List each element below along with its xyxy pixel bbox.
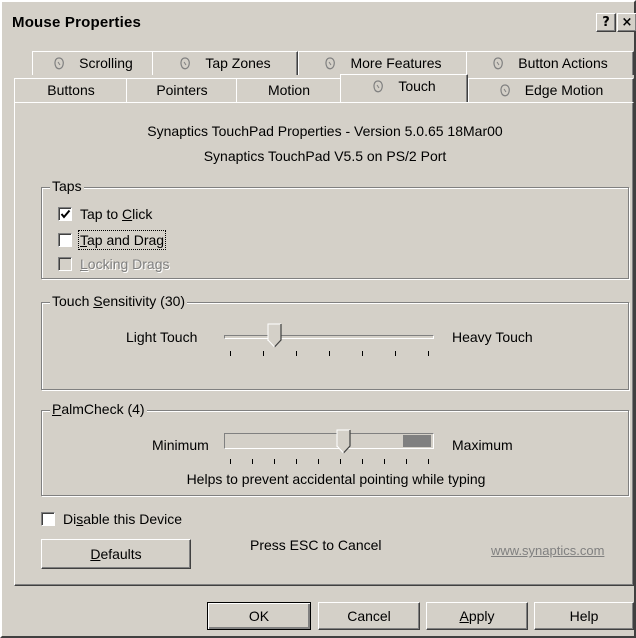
tab-motion[interactable]: Motion bbox=[236, 78, 342, 102]
synaptics-link[interactable]: www.synaptics.com bbox=[491, 543, 604, 558]
touch-sensitivity-group: Touch Sensitivity (30) Light Touch Heavy… bbox=[41, 293, 629, 390]
tap-and-drag-checkbox[interactable]: Tap and Drag bbox=[58, 230, 167, 250]
slider-tick bbox=[362, 351, 363, 356]
title-bar: Mouse Properties ? × bbox=[6, 10, 636, 36]
port-text: Synaptics TouchPad V5.5 on PS/2 Port bbox=[203, 148, 447, 164]
slider-tick bbox=[406, 459, 407, 464]
palm-range-track bbox=[224, 433, 434, 449]
close-button[interactable]: × bbox=[617, 13, 636, 32]
group-title: PalmCheck (4) bbox=[50, 401, 147, 417]
checkbox-box[interactable] bbox=[58, 207, 72, 221]
mouse-properties-window: Mouse Properties ? × Scrolling Tap Zones… bbox=[0, 0, 636, 638]
palmcheck-group: PalmCheck (4) Minimum Maximum Helps to p… bbox=[41, 401, 629, 496]
slider-tick bbox=[318, 459, 319, 464]
slider-track bbox=[224, 335, 434, 339]
tab-scrolling[interactable]: Scrolling bbox=[32, 51, 154, 75]
esc-hint: Press ESC to Cancel bbox=[250, 537, 382, 553]
locking-drags-checkbox[interactable]: Locking Drags bbox=[58, 256, 170, 272]
tab-label: Button Actions bbox=[518, 55, 608, 71]
help-button[interactable]: Help bbox=[534, 602, 634, 630]
tab-label: Pointers bbox=[156, 82, 208, 98]
light-touch-label: Light Touch bbox=[126, 329, 198, 345]
touchpad-icon bbox=[325, 57, 336, 70]
touch-tab-panel: Synaptics TouchPad Properties - Version … bbox=[14, 102, 634, 586]
slider-tick bbox=[263, 351, 264, 356]
slider-tick bbox=[428, 459, 429, 464]
checkbox-box[interactable] bbox=[58, 233, 72, 247]
slider-tick bbox=[252, 459, 253, 464]
sensitivity-slider[interactable] bbox=[224, 323, 434, 363]
group-title: Touch Sensitivity (30) bbox=[50, 293, 188, 309]
ok-button[interactable]: OK bbox=[207, 602, 311, 630]
tab-buttons[interactable]: Buttons bbox=[14, 78, 128, 102]
slider-tick bbox=[274, 459, 275, 464]
touchpad-icon bbox=[493, 57, 504, 70]
tab-tap-zones[interactable]: Tap Zones bbox=[152, 51, 298, 75]
slider-tick bbox=[329, 351, 330, 356]
checkbox-label: Disable this Device bbox=[63, 511, 183, 527]
checkbox-label: Tap and Drag bbox=[77, 230, 167, 250]
checkbox-box[interactable] bbox=[58, 257, 72, 271]
tab-label: Touch bbox=[398, 78, 436, 94]
maximum-label: Maximum bbox=[452, 437, 513, 453]
checkbox-box[interactable] bbox=[41, 512, 55, 526]
checkbox-label: Locking Drags bbox=[80, 256, 170, 272]
heavy-touch-label: Heavy Touch bbox=[452, 329, 533, 345]
tab-button-actions[interactable]: Button Actions bbox=[466, 51, 634, 75]
slider-tick bbox=[362, 459, 363, 464]
tab-edge-motion[interactable]: Edge Motion bbox=[468, 78, 634, 102]
help-title-button[interactable]: ? bbox=[596, 13, 616, 32]
tab-label: Scrolling bbox=[79, 55, 133, 71]
slider-tick bbox=[296, 351, 297, 356]
palmcheck-slider-thumb[interactable] bbox=[336, 429, 352, 455]
minimum-label: Minimum bbox=[152, 437, 209, 453]
tab-touch[interactable]: Touch bbox=[340, 74, 468, 102]
palmcheck-hint: Helps to prevent accidental pointing whi… bbox=[186, 471, 486, 487]
checkbox-label: Tap to Click bbox=[80, 206, 153, 222]
slider-tick bbox=[230, 459, 231, 464]
touchpad-icon bbox=[373, 80, 384, 93]
slider-tick bbox=[428, 351, 429, 356]
tab-label: More Features bbox=[350, 55, 442, 71]
tab-label: Motion bbox=[267, 82, 311, 98]
cancel-button[interactable]: Cancel bbox=[318, 602, 420, 630]
window-title: Mouse Properties bbox=[12, 14, 142, 31]
slider-tick bbox=[230, 351, 231, 356]
tab-label: Buttons bbox=[47, 82, 95, 98]
defaults-button[interactable]: Defaults bbox=[41, 539, 191, 569]
tab-pointers[interactable]: Pointers bbox=[126, 78, 238, 102]
palm-range-selection bbox=[403, 435, 431, 447]
tab-label: Tap Zones bbox=[205, 55, 271, 71]
tab-label: Edge Motion bbox=[524, 82, 604, 98]
apply-button[interactable]: Apply bbox=[426, 602, 528, 630]
slider-tick bbox=[384, 459, 385, 464]
palmcheck-slider[interactable] bbox=[224, 429, 434, 469]
taps-group: Taps Tap to Click Tap and Drag Locking D… bbox=[41, 178, 629, 279]
slider-tick bbox=[296, 459, 297, 464]
group-title: Taps bbox=[50, 178, 84, 194]
tab-more-features[interactable]: More Features bbox=[298, 51, 468, 75]
checkmark-icon bbox=[60, 209, 71, 219]
touchpad-icon bbox=[54, 57, 64, 70]
touchpad-icon bbox=[180, 57, 191, 70]
slider-tick bbox=[340, 459, 341, 464]
slider-tick bbox=[395, 351, 396, 356]
disable-device-checkbox[interactable]: Disable this Device bbox=[41, 511, 182, 527]
touchpad-icon bbox=[500, 84, 510, 97]
sensitivity-slider-thumb[interactable] bbox=[267, 323, 283, 349]
version-text: Synaptics TouchPad Properties - Version … bbox=[147, 123, 503, 139]
tap-to-click-checkbox[interactable]: Tap to Click bbox=[58, 206, 152, 222]
